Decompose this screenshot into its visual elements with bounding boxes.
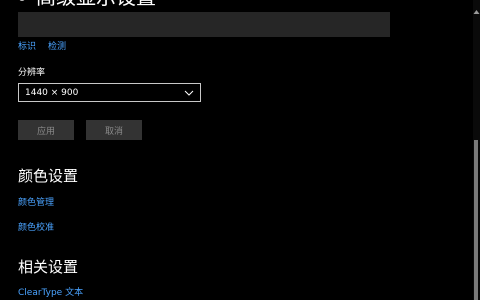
resolution-label: 分辨率: [18, 68, 46, 78]
resolution-value: 1440 × 900: [25, 87, 79, 98]
display-links: 标识 检测: [18, 41, 66, 53]
cancel-button[interactable]: 取消: [86, 120, 142, 140]
color-calibration-link[interactable]: 颜色校准: [18, 222, 54, 234]
related-settings-heading: 相关设置: [18, 258, 79, 276]
color-settings-heading: 颜色设置: [18, 167, 79, 185]
scrollbar-thumb[interactable]: [474, 140, 478, 300]
scroll-up-icon[interactable]: [473, 9, 480, 15]
identify-link[interactable]: 标识: [18, 41, 36, 53]
page-title: 高级显示设置: [36, 0, 156, 8]
apply-button[interactable]: 应用: [18, 120, 74, 140]
display-preview[interactable]: [18, 12, 390, 37]
title-row: 高级显示设置: [16, 0, 156, 8]
color-management-link[interactable]: 颜色管理: [18, 197, 54, 209]
detect-link[interactable]: 检测: [48, 41, 66, 53]
cleartype-link[interactable]: ClearType 文本: [18, 287, 83, 299]
chevron-down-icon: [184, 88, 194, 98]
settings-page: 高级显示设置 标识 检测 分辨率 1440 × 900 应用 取消 颜色设置 颜…: [0, 0, 480, 300]
scrollbar[interactable]: [473, 0, 480, 300]
resolution-dropdown[interactable]: 1440 × 900: [18, 83, 201, 102]
gear-icon: [16, 0, 28, 3]
